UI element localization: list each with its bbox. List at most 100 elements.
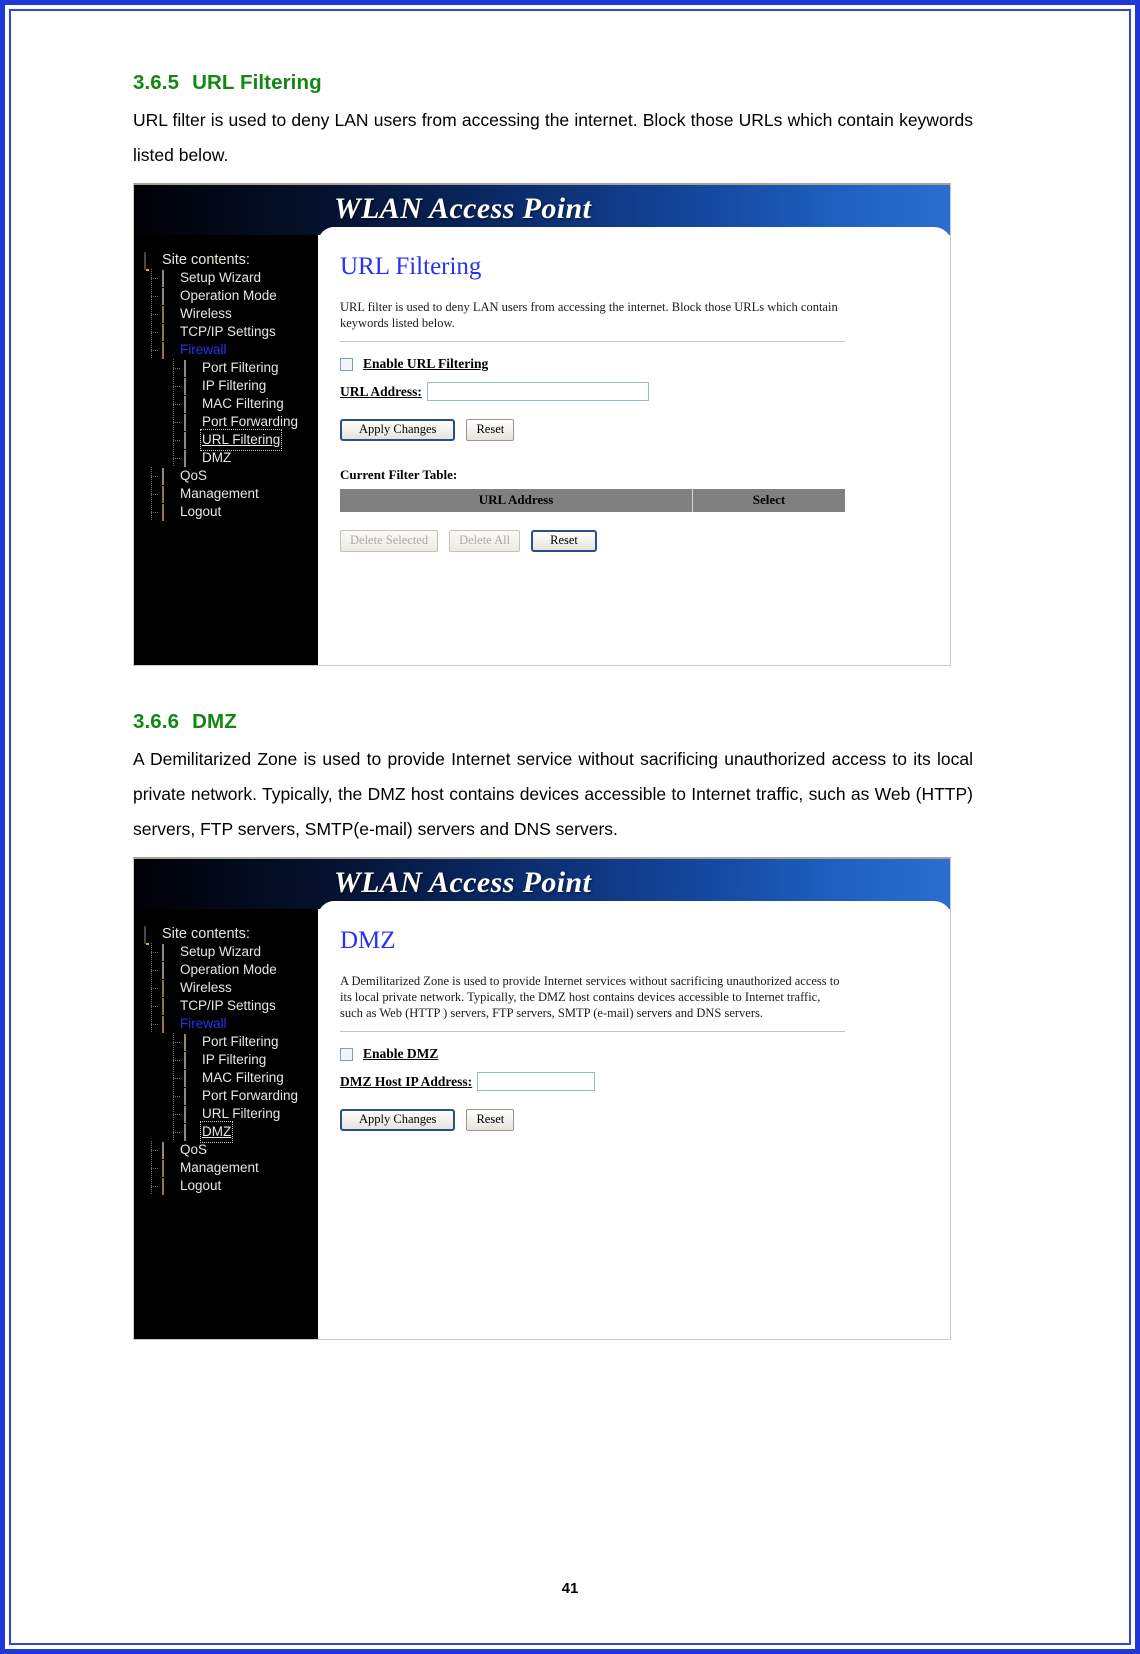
folder-icon — [162, 324, 175, 341]
sidebar-item-ip-filtering[interactable]: IP Filtering — [142, 377, 318, 395]
sidebar-item-operation-mode[interactable]: Operation Mode — [142, 961, 318, 979]
screenshot-url-filtering: WLAN Access Point Site contents: Setup W… — [133, 183, 951, 666]
sidebar-tree-0: Setup Wizard Operation Mode Wireless TCP/IP… — [142, 269, 318, 521]
sidebar-item-firewall[interactable]: Firewall — [142, 1015, 318, 1033]
sidebar-item-operation-mode[interactable]: Operation Mode — [142, 287, 318, 305]
panel-description: URL filter is used to deny LAN users fro… — [340, 300, 838, 330]
section-body-url-filtering: URL filter is used to deny LAN users fro… — [133, 110, 973, 165]
enable-url-filtering-row: Enable URL Filtering — [340, 356, 928, 372]
filter-table-actions: Delete Selected Delete All Reset — [340, 530, 928, 552]
sidebar-item-ip-filtering[interactable]: IP Filtering — [142, 1051, 318, 1069]
sidebar-item-label: Operation Mode — [180, 962, 277, 977]
sidebar-root-label: Site contents: — [162, 926, 250, 942]
sidebar-item-qos[interactable]: QoS — [142, 1141, 318, 1159]
sidebar-item-url-filtering[interactable]: URL Filtering — [142, 1105, 318, 1123]
sidebar-item-port-filtering[interactable]: Port Filtering — [142, 359, 318, 377]
sidebar-item-port-forwarding[interactable]: Port Forwarding — [142, 413, 318, 431]
router-body: Site contents: Setup Wizard Operation Mod… — [134, 909, 950, 1339]
sidebar-item-wireless[interactable]: Wireless — [142, 979, 318, 997]
enable-dmz-row: Enable DMZ — [340, 1046, 928, 1062]
sidebar-item-management[interactable]: Management — [142, 485, 318, 503]
sidebar-item-management[interactable]: Management — [142, 1159, 318, 1177]
router-panel-dmz: DMZ A Demilitarized Zone is used to prov… — [318, 909, 950, 1339]
section-title: DMZ — [192, 710, 237, 733]
document-icon — [162, 962, 175, 979]
section-title: URL Filtering — [192, 71, 322, 94]
sidebar-item-logout[interactable]: Logout — [142, 503, 318, 521]
sidebar-tree-1: Setup Wizard Operation Mode Wireless TCP/IP… — [142, 943, 318, 1195]
sidebar-item-dmz[interactable]: DMZ — [142, 449, 318, 467]
dmz-actions: Apply Changes Reset — [340, 1109, 928, 1131]
apply-changes-button[interactable]: Apply Changes — [340, 419, 456, 441]
sidebar-item-firewall[interactable]: Firewall — [142, 341, 318, 359]
router-banner: WLAN Access Point — [134, 185, 950, 235]
document-icon — [184, 378, 197, 395]
sidebar-item-url-filtering[interactable]: URL Filtering — [142, 429, 318, 451]
sidebar-item-label: TCP/IP Settings — [180, 998, 276, 1013]
sidebar-item-label: QoS — [180, 468, 208, 483]
sidebar-item-logout[interactable]: Logout — [142, 1177, 318, 1195]
sidebar-item-wireless[interactable]: Wireless — [142, 305, 318, 323]
document-icon — [162, 944, 175, 961]
sidebar-item-label: Firewall — [180, 342, 227, 357]
sidebar-item-label: Management — [180, 1160, 259, 1175]
enable-url-filtering-label: Enable URL Filtering — [363, 356, 489, 371]
enable-url-filtering-checkbox[interactable] — [340, 357, 353, 371]
sidebar-item-mac-filtering[interactable]: MAC Filtering — [142, 1069, 318, 1087]
document-icon — [184, 432, 197, 449]
sidebar-item-qos[interactable]: QoS — [142, 467, 318, 485]
panel-divider — [340, 1031, 845, 1032]
section-body-dmz: A Demilitarized Zone is used to provide … — [133, 749, 973, 839]
panel-title: URL Filtering — [340, 253, 482, 280]
document-icon — [162, 288, 175, 305]
sidebar-root-label: Site contents: — [162, 252, 250, 268]
folder-open-icon — [162, 1016, 175, 1033]
document-icon — [162, 270, 175, 287]
table-reset-button[interactable]: Reset — [531, 530, 597, 552]
folder-open-icon — [162, 342, 175, 359]
section-heading-url-filtering: 3.6.5 URL Filtering — [133, 71, 973, 95]
reset-button[interactable]: Reset — [466, 419, 515, 441]
url-address-row: URL Address: — [340, 382, 928, 401]
dmz-host-ip-label: DMZ Host IP Address: — [340, 1073, 473, 1089]
document-icon — [184, 360, 197, 377]
document-content: 3.6.5 URL Filtering URL filter is used to… — [133, 71, 973, 1340]
sidebar-root-site-contents[interactable]: Site contents: — [142, 925, 318, 944]
apply-changes-button[interactable]: Apply Changes — [340, 1109, 456, 1131]
delete-selected-button[interactable]: Delete Selected — [340, 530, 439, 552]
folder-icon — [162, 1160, 175, 1177]
page-canvas: 3.6.5 URL Filtering URL filter is used to… — [9, 9, 1131, 1645]
sidebar-item-dmz[interactable]: DMZ — [142, 1121, 318, 1143]
router-banner-title: WLAN Access Point — [334, 866, 592, 899]
sidebar-item-label: Logout — [180, 504, 222, 519]
sidebar-item-label: Port Filtering — [202, 360, 279, 375]
document-icon — [184, 450, 197, 467]
router-banner: WLAN Access Point — [134, 859, 950, 909]
sidebar-item-label: Port Forwarding — [202, 1088, 299, 1103]
enable-dmz-label: Enable DMZ — [363, 1046, 439, 1061]
url-address-input[interactable] — [426, 382, 649, 401]
enable-dmz-checkbox[interactable] — [340, 1047, 353, 1061]
sidebar-item-label: URL Filtering — [202, 1106, 281, 1121]
sidebar-item-port-forwarding[interactable]: Port Forwarding — [142, 1087, 318, 1105]
panel-description: A Demilitarized Zone is used to provide … — [340, 974, 840, 1020]
sidebar-item-tcp-ip-settings[interactable]: TCP/IP Settings — [142, 323, 318, 341]
reset-button[interactable]: Reset — [466, 1109, 515, 1131]
page-border: 3.6.5 URL Filtering URL filter is used to… — [0, 0, 1140, 1654]
table-header-url-address: URL Address — [340, 489, 693, 512]
sidebar-item-tcp-ip-settings[interactable]: TCP/IP Settings — [142, 997, 318, 1015]
router-banner-title: WLAN Access Point — [334, 192, 592, 225]
sidebar-item-label: Logout — [180, 1178, 222, 1193]
sidebar-root-site-contents[interactable]: Site contents: — [142, 251, 318, 270]
delete-all-button[interactable]: Delete All — [449, 530, 521, 552]
sidebar-item-mac-filtering[interactable]: MAC Filtering — [142, 395, 318, 413]
dmz-host-ip-input[interactable] — [477, 1072, 596, 1091]
router-sidebar: Site contents: Setup Wizard Operation Mod… — [134, 909, 318, 1339]
sidebar-item-setup-wizard[interactable]: Setup Wizard — [142, 269, 318, 287]
router-panel-url-filtering: URL Filtering URL filter is used to deny… — [318, 235, 950, 665]
sidebar-item-port-filtering[interactable]: Port Filtering — [142, 1033, 318, 1051]
current-filter-table-caption: Current Filter Table: — [340, 467, 458, 482]
sidebar-item-label: MAC Filtering — [202, 1070, 284, 1085]
section-heading-dmz: 3.6.6 DMZ — [133, 710, 973, 734]
sidebar-item-setup-wizard[interactable]: Setup Wizard — [142, 943, 318, 961]
